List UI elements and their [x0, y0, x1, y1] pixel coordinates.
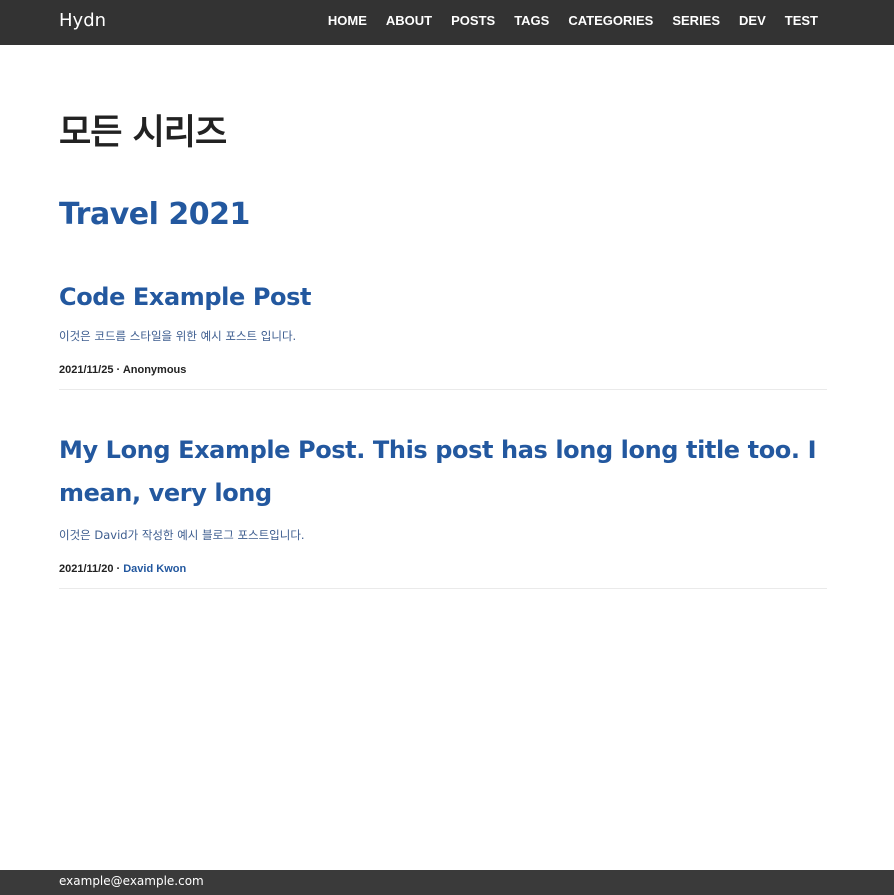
post-meta: 2021/11/20 · David Kwon [59, 563, 827, 575]
nav-link-home[interactable]: HOME [328, 13, 367, 28]
page-title: 모든 시리즈 [59, 113, 227, 153]
post-meta: 2021/11/25 · Anonymous [59, 364, 827, 376]
footer: example@example.com [0, 870, 894, 895]
nav-link-tags[interactable]: TAGS [514, 13, 549, 28]
post-title-link[interactable]: My Long Example Post. This post has long… [59, 429, 827, 515]
nav-link-test[interactable]: TEST [785, 13, 818, 28]
post-date: 2021/11/20 [59, 563, 114, 575]
series-title-link[interactable]: Travel 2021 [59, 197, 250, 232]
post-author: Anonymous [122, 364, 187, 376]
nav-link-posts[interactable]: POSTS [451, 13, 495, 28]
nav-menu: HOME ABOUT POSTS TAGS CATEGORIES SERIES … [328, 13, 818, 28]
nav-link-dev[interactable]: DEV [739, 13, 766, 28]
post-date: 2021/11/25 [59, 364, 114, 376]
post-description: 이것은 코드름 스타일을 위한 예시 포스트 입니다. [59, 329, 297, 343]
footer-email-link[interactable]: example@example.com [59, 874, 204, 888]
nav-link-series[interactable]: SERIES [672, 13, 720, 28]
nav-link-categories[interactable]: CATEGORIES [568, 13, 653, 28]
nav-link-about[interactable]: ABOUT [386, 13, 432, 28]
post-item: My Long Example Post. This post has long… [59, 429, 827, 589]
post-author-link[interactable]: David Kwon [123, 563, 186, 575]
navbar: Hydn HOME ABOUT POSTS TAGS CATEGORIES SE… [0, 0, 894, 45]
meta-separator: · [113, 364, 123, 376]
meta-separator: · [113, 563, 124, 575]
post-item: Code Example Post 이것은 코드름 스타일을 위한 예시 포스트… [59, 276, 827, 390]
site-brand-link[interactable]: Hydn [59, 10, 106, 31]
post-title-link[interactable]: Code Example Post [59, 276, 827, 319]
post-description: 이것은 David가 작성한 예시 블로그 포스트입니다. [59, 528, 305, 542]
